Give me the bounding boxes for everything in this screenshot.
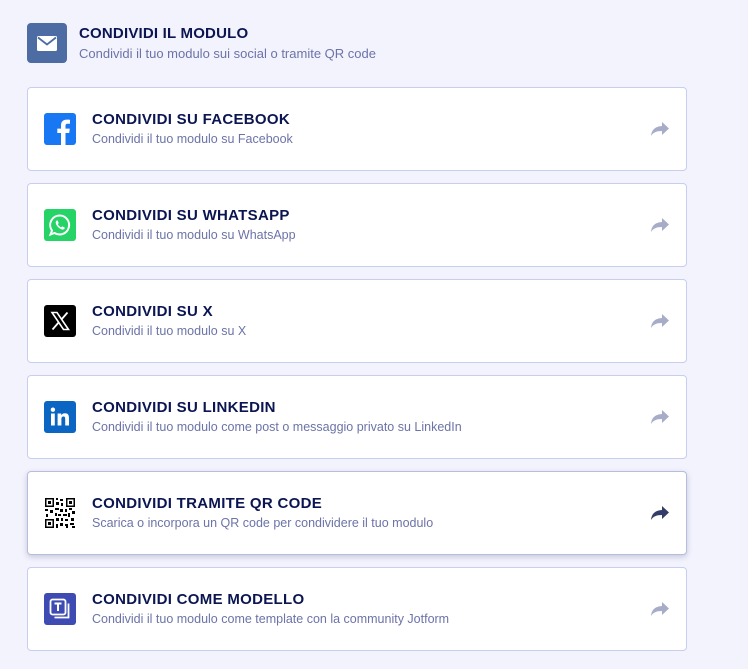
share-linkedin-option[interactable]: CONDIVIDI SU LINKEDIN Condividi il tuo m… [27, 375, 687, 459]
option-title: CONDIVIDI SU LINKEDIN [92, 399, 276, 416]
share-arrow-icon [650, 312, 670, 330]
qr-code-icon [44, 497, 76, 529]
option-subtitle: Condividi il tuo modulo su Facebook [92, 132, 293, 146]
share-arrow-icon [650, 408, 670, 426]
template-icon [44, 593, 76, 625]
page-title: CONDIVIDI IL MODULO [79, 24, 249, 42]
linkedin-icon [44, 401, 76, 433]
option-subtitle: Scarica o incorpora un QR code per condi… [92, 516, 434, 530]
share-arrow-icon [650, 120, 670, 138]
option-subtitle: Condividi il tuo modulo su WhatsApp [92, 228, 296, 242]
share-arrow-icon [650, 600, 670, 618]
share-template-option[interactable]: CONDIVIDI COME MODELLO Condividi il tuo … [27, 567, 687, 651]
option-subtitle: Condividi il tuo modulo come template co… [92, 612, 450, 626]
x-icon [44, 305, 76, 337]
share-facebook-option[interactable]: CONDIVIDI SU FACEBOOK Condividi il tuo m… [27, 87, 687, 171]
option-subtitle: Condividi il tuo modulo come post o mess… [92, 420, 462, 434]
option-title: CONDIVIDI COME MODELLO [92, 591, 305, 608]
option-subtitle: Condividi il tuo modulo su X [92, 324, 247, 338]
envelope-icon [27, 23, 67, 63]
share-arrow-icon [650, 216, 670, 234]
option-title: CONDIVIDI SU X [92, 303, 213, 320]
share-x-option[interactable]: CONDIVIDI SU X Condividi il tuo modulo s… [27, 279, 687, 363]
page-subtitle: Condividi il tuo modulo sui social o tra… [79, 45, 376, 61]
share-arrow-icon [650, 504, 670, 522]
share-qr-code-option[interactable]: CONDIVIDI TRAMITE QR CODE Scarica o inco… [27, 471, 687, 555]
share-options-list: CONDIVIDI SU FACEBOOK Condividi il tuo m… [27, 87, 687, 663]
option-title: CONDIVIDI SU WHATSAPP [92, 207, 290, 224]
whatsapp-icon [44, 209, 76, 241]
facebook-icon [44, 113, 76, 145]
option-title: CONDIVIDI SU FACEBOOK [92, 111, 290, 128]
share-whatsapp-option[interactable]: CONDIVIDI SU WHATSAPP Condividi il tuo m… [27, 183, 687, 267]
share-form-header: CONDIVIDI IL MODULO Condividi il tuo mod… [27, 23, 376, 63]
option-title: CONDIVIDI TRAMITE QR CODE [92, 495, 323, 512]
